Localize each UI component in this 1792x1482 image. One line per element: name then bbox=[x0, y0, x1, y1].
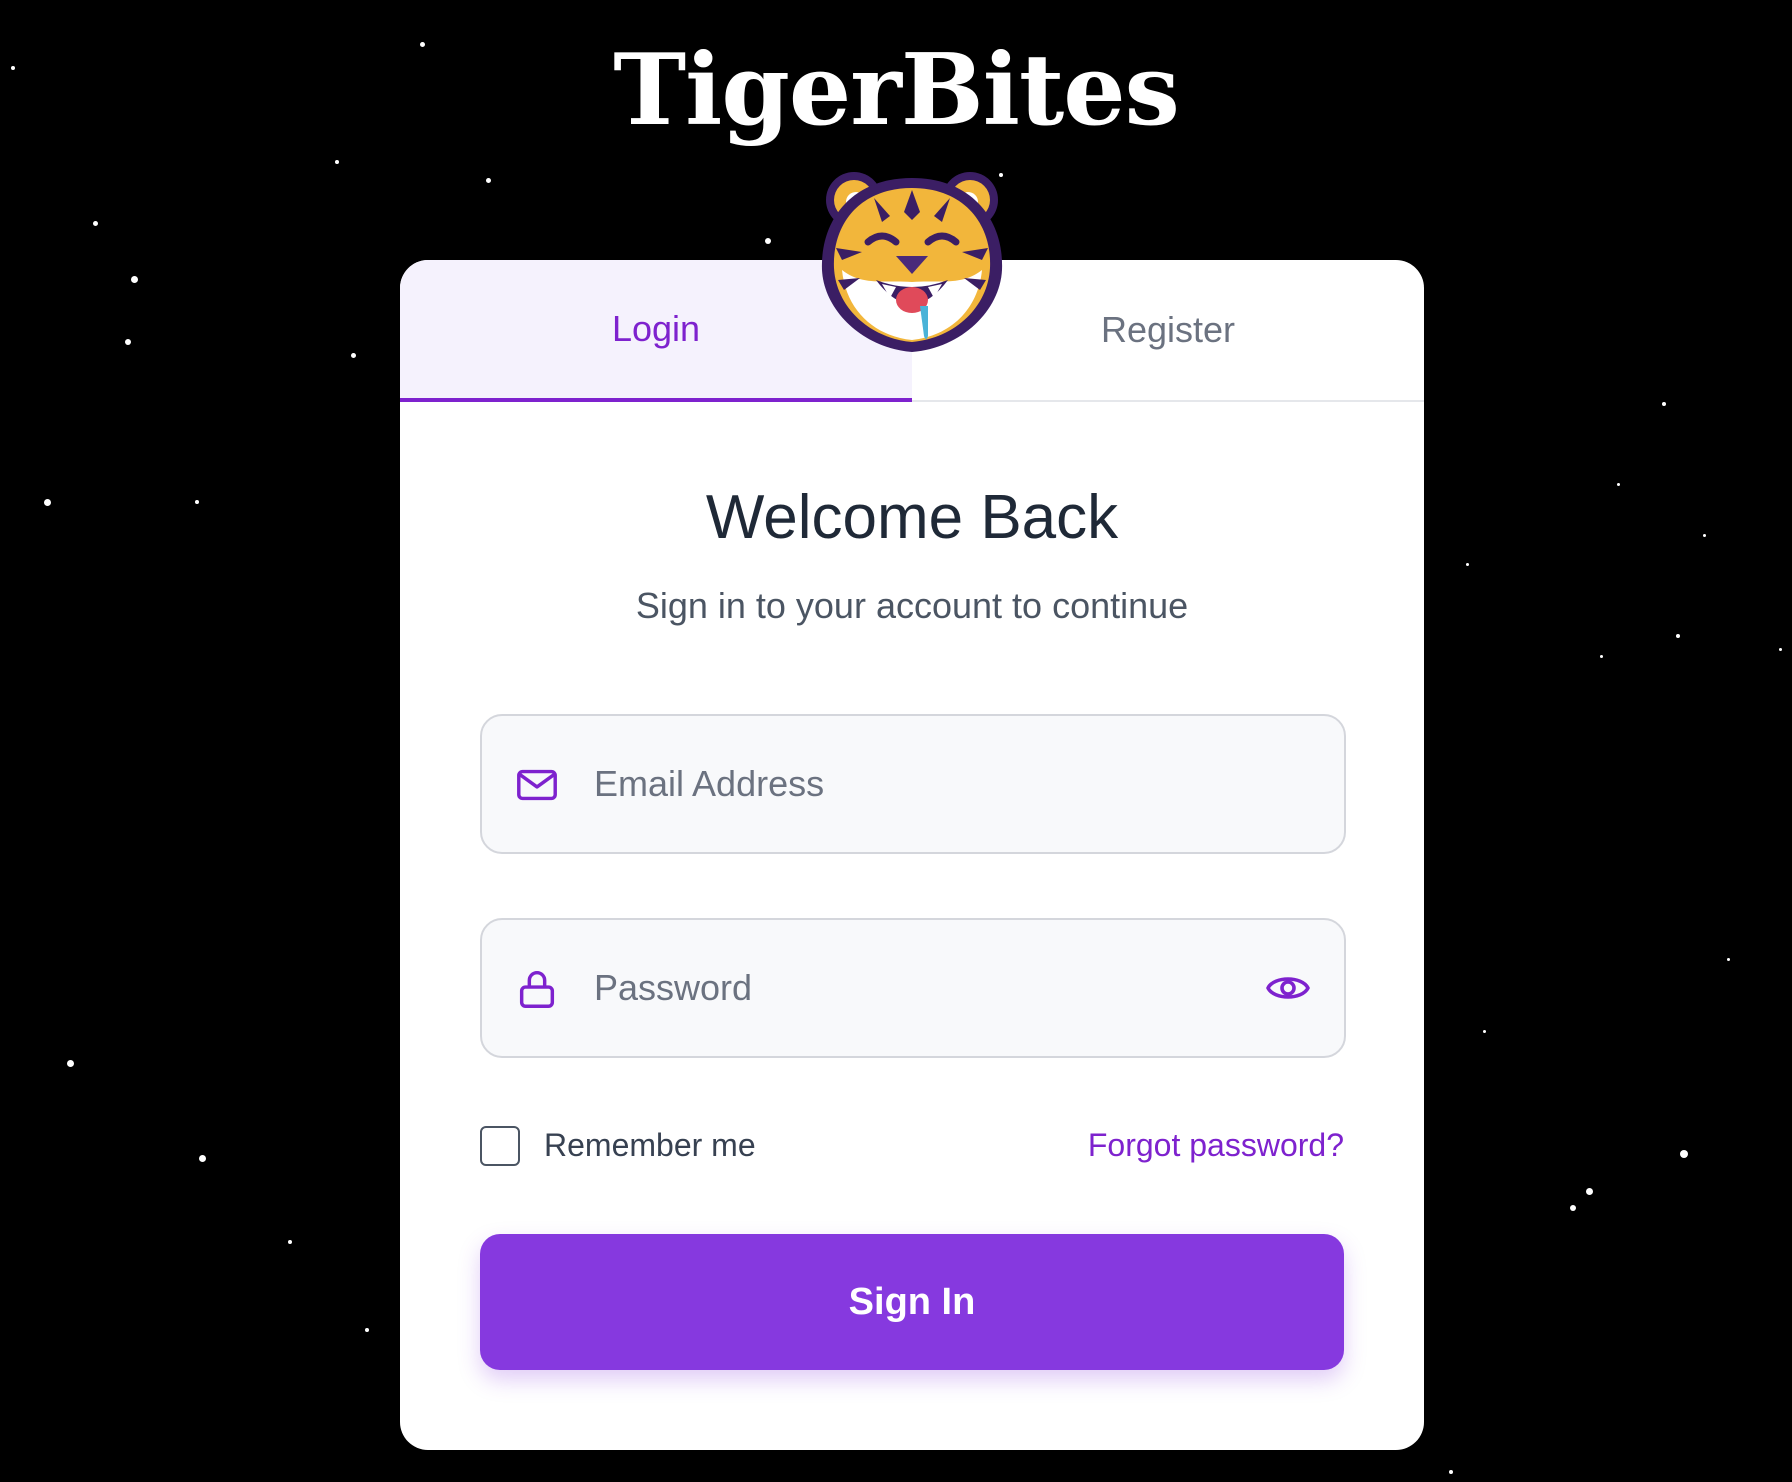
star bbox=[1662, 402, 1666, 406]
star bbox=[1586, 1188, 1593, 1195]
star bbox=[1449, 1470, 1453, 1474]
star bbox=[1466, 563, 1469, 566]
star bbox=[1676, 634, 1680, 638]
remember-me-label[interactable]: Remember me bbox=[544, 1124, 756, 1166]
forgot-password-link[interactable]: Forgot password? bbox=[1088, 1124, 1344, 1166]
star bbox=[131, 276, 138, 283]
email-input[interactable] bbox=[594, 716, 1254, 852]
star bbox=[1727, 958, 1730, 961]
star bbox=[195, 500, 199, 504]
star bbox=[1483, 1030, 1486, 1033]
tiger-mascot-icon bbox=[821, 172, 1003, 352]
star bbox=[67, 1060, 74, 1067]
star bbox=[93, 221, 98, 226]
star bbox=[1779, 648, 1782, 651]
star bbox=[288, 1240, 292, 1244]
star bbox=[1617, 483, 1620, 486]
star bbox=[351, 353, 356, 358]
lock-icon bbox=[519, 971, 555, 1008]
star bbox=[365, 1328, 369, 1332]
sign-in-button[interactable]: Sign In bbox=[480, 1234, 1344, 1370]
star bbox=[44, 499, 51, 506]
star bbox=[1680, 1150, 1688, 1158]
star bbox=[1570, 1205, 1576, 1211]
eye-icon[interactable] bbox=[1264, 964, 1312, 1012]
star bbox=[199, 1155, 206, 1162]
password-input[interactable] bbox=[594, 920, 1254, 1056]
mail-icon bbox=[517, 769, 557, 801]
star bbox=[335, 160, 339, 164]
star bbox=[1600, 655, 1603, 658]
brand-title: TigerBites bbox=[613, 33, 1180, 148]
page-subtitle: Sign in to your account to continue bbox=[635, 585, 1189, 626]
star bbox=[486, 178, 491, 183]
star bbox=[1703, 534, 1706, 537]
star bbox=[125, 339, 131, 345]
remember-me-checkbox[interactable] bbox=[480, 1126, 520, 1166]
remember-row: Remember me Forgot password? bbox=[480, 1124, 1344, 1168]
page-title: Welcome Back bbox=[705, 483, 1119, 552]
email-field[interactable] bbox=[480, 714, 1346, 854]
star bbox=[765, 238, 771, 244]
password-field[interactable] bbox=[480, 918, 1346, 1058]
